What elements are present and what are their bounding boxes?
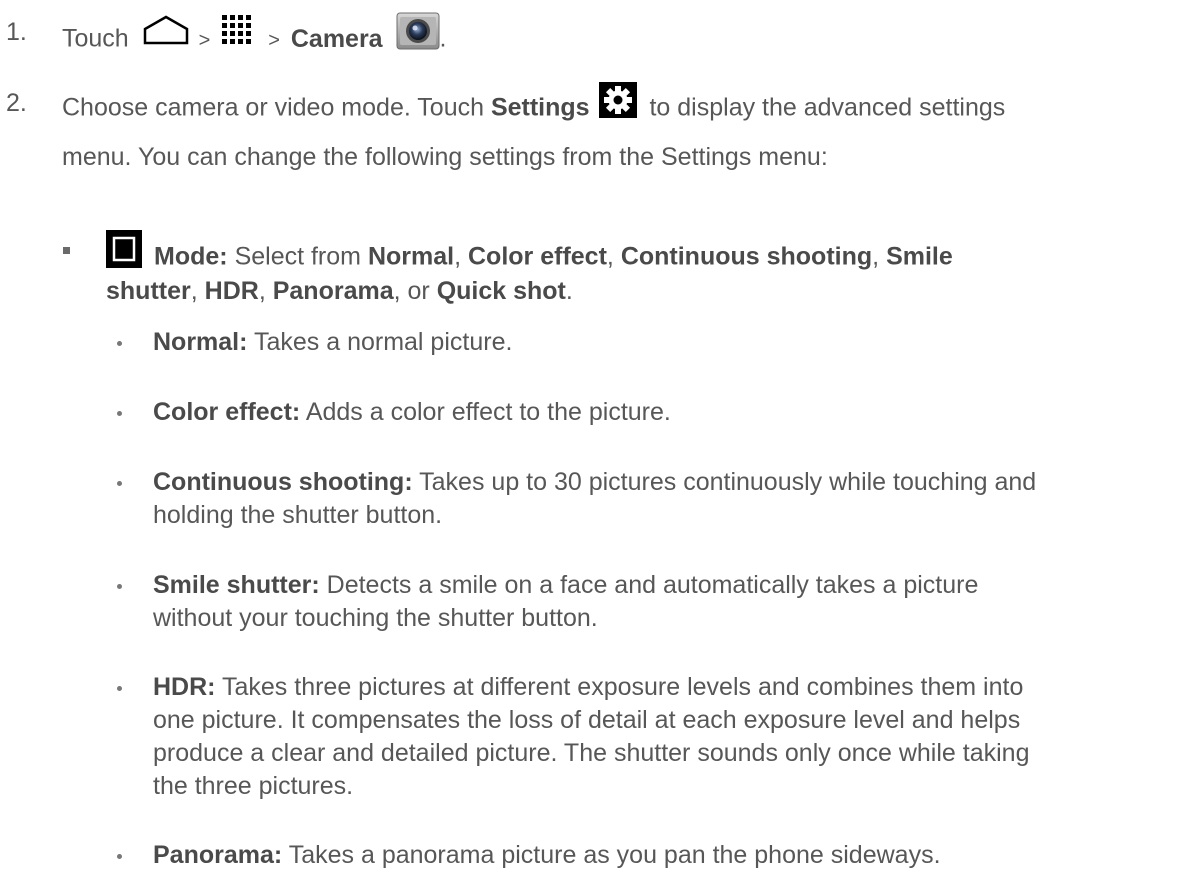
comma: , (606, 242, 614, 271)
item-desc: Takes a normal picture. (253, 328, 513, 356)
option-normal: Normal (367, 242, 455, 271)
list-item-line: Continuous shooting: Takes up to 30 pict… (153, 466, 1203, 499)
item-desc: Takes up to 30 pictures continuously whi… (419, 468, 1037, 496)
list-item-text: Smile shutter: Detects a smile on a face… (153, 569, 1203, 635)
apps-grid-icon (221, 14, 255, 54)
step-2-text-a: Choose camera or video mode. Touch (62, 93, 484, 122)
list-item-text: Normal: Takes a normal picture. (153, 326, 1203, 359)
step-1-touch-text: Touch (62, 24, 129, 53)
mode-line-2: shutter, HDR, Panorama, or Quick shot. (106, 274, 573, 309)
item-desc: Adds a color effect to the picture. (305, 398, 671, 426)
comma: , (258, 277, 266, 305)
item-label: Continuous shooting: (153, 468, 413, 496)
mode-square-icon (106, 230, 142, 278)
dot-bullet (117, 341, 122, 346)
comma: , (872, 242, 880, 271)
option-panorama: Panorama (272, 277, 394, 305)
period: . (439, 24, 447, 53)
option-quick-shot: Quick shot (436, 277, 566, 305)
square-bullet (63, 247, 70, 254)
dot-bullet (117, 686, 122, 691)
mode-label: Mode: (154, 242, 228, 271)
step-2-text: Choose camera or video mode. Touch Setti… (62, 82, 1182, 175)
item-label: Normal: (153, 328, 248, 356)
list-item-line: without your touching the shutter button… (153, 604, 598, 632)
item-label: Smile shutter: (153, 571, 320, 599)
or-text: , or (393, 277, 430, 305)
list-item-text: HDR: Takes three pictures at different e… (153, 671, 1203, 803)
list-item-line: Panorama: Takes a panorama picture as yo… (153, 839, 1203, 872)
list-item-line: the three pictures. (153, 772, 354, 800)
gear-icon (598, 82, 637, 128)
item-label: HDR: (153, 673, 216, 701)
option-smile: Smile (886, 242, 953, 271)
dot-bullet (117, 481, 122, 486)
settings-label: Settings (490, 93, 590, 122)
comma: , (454, 242, 462, 271)
step-2-text-b: to display the advanced settings (649, 93, 1006, 122)
option-color-effect: Color effect (468, 242, 607, 271)
item-desc: Takes a panorama picture as you pan the … (288, 841, 941, 869)
home-icon (143, 15, 189, 55)
separator: > (198, 29, 211, 52)
list-item-line: produce a clear and detailed picture. Th… (153, 739, 1030, 767)
period: . (565, 277, 573, 305)
list-item-line: one picture. It compensates the loss of … (153, 706, 1021, 734)
step-number: 2. (6, 89, 27, 117)
list-item-text: Color effect: Adds a color effect to the… (153, 396, 1203, 429)
list-item-line: Normal: Takes a normal picture. (153, 326, 1203, 359)
dot-bullet (117, 584, 122, 589)
option-shutter: shutter (106, 277, 191, 305)
camera-app-icon (396, 11, 440, 61)
step-1-text: Touch > > Camera . (62, 12, 447, 65)
list-item-line: HDR: Takes three pictures at different e… (153, 671, 1203, 704)
list-item-line: Smile shutter: Detects a smile on a face… (153, 569, 1203, 602)
separator: > (268, 29, 280, 52)
step-2-line-1: Choose camera or video mode. Touch Setti… (62, 82, 1182, 122)
dot-bullet (117, 411, 122, 416)
list-item-line: Color effect: Adds a color effect to the… (153, 396, 1203, 429)
list-item-text: Panorama: Takes a panorama picture as yo… (153, 839, 1203, 872)
list-item-text: Continuous shooting: Takes up to 30 pict… (153, 466, 1203, 532)
option-hdr: HDR (204, 277, 259, 305)
item-desc: Takes three pictures at different exposu… (222, 673, 1024, 701)
camera-label: Camera (290, 24, 383, 53)
list-item-line: holding the shutter button. (153, 501, 443, 529)
item-label: Color effect: (153, 398, 301, 426)
comma: , (190, 277, 198, 305)
dot-bullet (117, 854, 122, 859)
item-label: Panorama: (153, 841, 283, 869)
step-number: 1. (6, 18, 27, 46)
mode-select-from: Select from (234, 242, 361, 271)
option-continuous-shooting: Continuous shooting (620, 242, 873, 271)
step-2-line-2: menu. You can change the following setti… (62, 143, 828, 171)
item-desc: Detects a smile on a face and automatica… (326, 571, 979, 599)
